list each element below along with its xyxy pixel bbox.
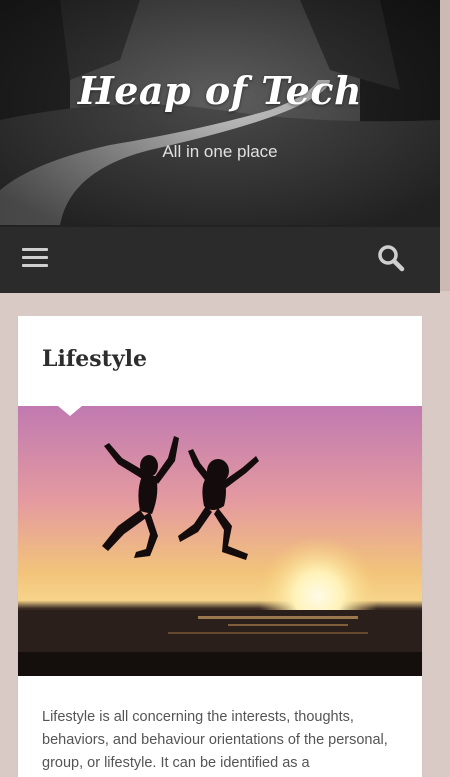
search-button[interactable]: [376, 243, 410, 277]
featured-image[interactable]: [18, 406, 422, 676]
hamburger-menu-icon: [22, 248, 48, 251]
post-card: Lifestyle Lifestyle is all concerning th…: [18, 316, 422, 777]
post-title[interactable]: Lifestyle: [42, 346, 147, 372]
search-icon: [378, 245, 405, 272]
post-excerpt: Lifestyle is all concerning the interest…: [42, 709, 388, 771]
sunset-jump-image: [18, 406, 422, 676]
site-title[interactable]: Heap of Tech: [0, 68, 440, 113]
navigation-bar: [0, 225, 440, 293]
page-edge: [440, 0, 450, 291]
image-notch: [58, 406, 82, 416]
page: Heap of Tech All in one place Lifestyle: [0, 0, 450, 777]
site-header: Heap of Tech All in one place: [0, 0, 440, 225]
menu-button[interactable]: [18, 241, 54, 275]
site-tagline: All in one place: [162, 142, 278, 161]
